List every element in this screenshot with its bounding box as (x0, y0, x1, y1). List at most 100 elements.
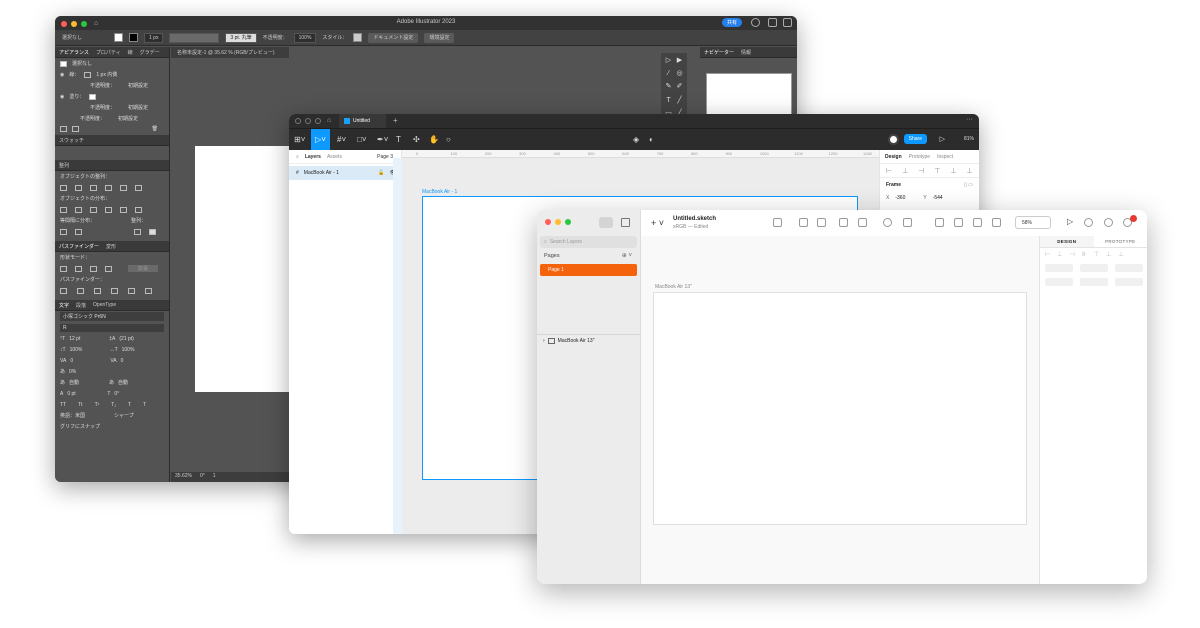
shape-tool-icon[interactable]: □˅ (357, 135, 367, 144)
opacity-field[interactable]: 100% (293, 32, 317, 43)
kerning-field[interactable]: 0 (70, 358, 106, 364)
pen-tool-icon[interactable]: ✎ (665, 83, 672, 92)
backward-icon[interactable] (817, 218, 826, 227)
hand-tool-icon[interactable]: ✋ (429, 135, 439, 144)
lock-icon[interactable]: 🔓 (378, 170, 384, 176)
font-size-field[interactable]: 12 pt (69, 336, 105, 342)
share-button[interactable]: 共有 (721, 18, 742, 27)
unite-icon[interactable] (60, 265, 67, 272)
tab-design[interactable]: DESIGN (1040, 236, 1094, 247)
height-field[interactable] (1080, 278, 1108, 286)
edit-icon[interactable] (883, 218, 892, 227)
align-left-icon[interactable]: ⊢ (886, 167, 892, 175)
comment-tool-icon[interactable]: ○ (446, 135, 451, 144)
baseline-field[interactable]: 0 pt (67, 391, 103, 397)
align-center-icon[interactable] (75, 184, 82, 191)
variable-width-field[interactable] (169, 32, 220, 43)
curvature-tool-icon[interactable]: ✐ (676, 83, 683, 92)
align-bottom-icon[interactable] (135, 184, 142, 191)
zoom-status[interactable]: 35.62% (175, 473, 192, 481)
frame-section-label[interactable]: Frame (886, 182, 901, 188)
page-item[interactable]: Page 1 (540, 264, 637, 276)
align-right-icon[interactable]: ⊣ (918, 167, 924, 175)
align-bottom-icon[interactable]: ⊥ (967, 167, 973, 175)
aki-left-field[interactable]: 自動 (69, 379, 105, 386)
align-middle-icon[interactable] (120, 184, 127, 191)
magic-wand-tool-icon[interactable]: ⁄ (665, 70, 672, 79)
new-tab-icon[interactable]: + (393, 116, 398, 125)
style-swatch[interactable] (353, 33, 363, 42)
expand-button[interactable]: 拡張 (128, 265, 159, 272)
artboard-label[interactable]: MacBook Air 13" (655, 284, 692, 290)
font-style-field[interactable]: R (60, 323, 164, 332)
antialias-field[interactable]: シャープ (114, 412, 134, 419)
opacity-value[interactable]: 初期設定 (118, 115, 138, 122)
dark-mode-icon[interactable]: ◐ (649, 135, 654, 144)
width-field[interactable] (1045, 278, 1073, 286)
component-icon[interactable]: ◈ (633, 135, 639, 144)
preferences-button[interactable]: 環境設定 (424, 32, 455, 43)
eye-icon[interactable]: ◉ (60, 72, 64, 78)
exclude-icon[interactable] (105, 265, 112, 272)
close-button[interactable] (295, 118, 301, 124)
opacity-value[interactable]: 初期設定 (128, 104, 148, 111)
disclosure-icon[interactable]: › (543, 338, 545, 344)
opacity-value[interactable]: 初期設定 (128, 82, 148, 89)
share-button[interactable]: Share (903, 134, 927, 144)
workspace-icon[interactable] (768, 18, 777, 27)
stroke-value[interactable]: 1 px 内側 (96, 71, 117, 78)
eye-icon[interactable]: ◉ (60, 94, 64, 100)
align-middle-icon[interactable]: ⊥ (950, 167, 956, 175)
tab-inspect[interactable]: Inspect (937, 154, 953, 160)
stroke-weight-field[interactable]: 1 px (144, 32, 164, 43)
add-stroke-icon[interactable] (60, 125, 67, 132)
avatar[interactable] (888, 134, 899, 145)
tab-prototype[interactable]: Prototype (909, 154, 930, 160)
intersect-icon[interactable] (973, 218, 982, 227)
tab-character[interactable]: 文字 (59, 302, 69, 309)
distribute-right-icon[interactable] (135, 206, 142, 213)
flip-controls[interactable] (1115, 278, 1143, 286)
fill-swatch-small[interactable] (89, 93, 97, 100)
union-icon[interactable] (935, 218, 944, 227)
collaborate-icon[interactable] (1104, 218, 1113, 227)
subtract-icon[interactable] (954, 218, 963, 227)
tab-opentype[interactable]: OpenType (93, 302, 116, 308)
tab-transform[interactable]: 変形 (106, 243, 116, 250)
align-top-icon[interactable] (105, 184, 112, 191)
preview-icon[interactable]: ▷ (1067, 217, 1073, 226)
distribute-icon[interactable]: ⊪ (1082, 251, 1087, 258)
tab-appearance[interactable]: アピアランス (59, 49, 89, 56)
pen-tool-icon[interactable]: ✒˅ (377, 135, 388, 144)
align-to-key-icon[interactable] (149, 228, 156, 235)
layer-row[interactable]: › MacBook Air 13" (543, 338, 594, 344)
move-tool-icon[interactable]: ▷˅ (311, 129, 330, 151)
x-field[interactable]: -360 (895, 195, 905, 201)
fill-swatch[interactable] (114, 33, 124, 42)
ungroup-icon[interactable] (858, 218, 867, 227)
line-tool-icon[interactable]: ╱ (676, 97, 683, 106)
zoom-button[interactable] (315, 118, 321, 124)
align-top-icon[interactable]: ⊤ (934, 167, 940, 175)
align-right-icon[interactable]: ⊣ (1069, 251, 1074, 258)
trim-icon[interactable] (77, 287, 84, 294)
panel-toggle-icon[interactable] (783, 18, 792, 27)
distribute-top-icon[interactable] (60, 206, 67, 213)
sketch-artboard[interactable] (653, 292, 1027, 525)
minus-front-icon[interactable] (75, 265, 82, 272)
tab-design[interactable]: Design (885, 154, 902, 160)
zoom-button[interactable] (565, 219, 571, 225)
tab-pathfinder[interactable]: パスファインダー (59, 243, 99, 250)
frame-caption[interactable]: MacBook Air - 1 (422, 189, 457, 195)
subscript-icon[interactable]: T₁ (111, 402, 116, 408)
superscript-icon[interactable]: T¹ (95, 402, 100, 408)
frame-tool-icon[interactable]: #˅ (337, 135, 346, 144)
intersect-icon[interactable] (90, 265, 97, 272)
selection-tool-icon[interactable]: ▷ (665, 57, 672, 66)
resources-icon[interactable]: ✣ (413, 135, 420, 144)
minimize-button[interactable] (555, 219, 561, 225)
align-bottom-icon[interactable]: ⊥ (1118, 251, 1123, 258)
minus-back-icon[interactable] (145, 287, 152, 294)
insert-icon[interactable]: + ˅ (651, 218, 664, 228)
device-icon[interactable]: ▯ ▭ (964, 182, 973, 188)
